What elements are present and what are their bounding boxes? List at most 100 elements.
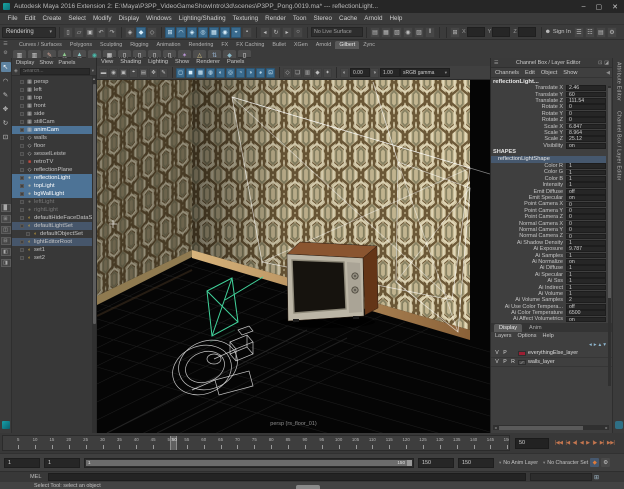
range-handle[interactable] (407, 460, 412, 466)
coord-y-field[interactable] (492, 27, 510, 37)
sidebar-channelbox-toggle-icon[interactable]: ☷ (585, 27, 595, 38)
vp-resolution-gate-icon[interactable]: ❏ (293, 68, 302, 78)
snap-magnet-icon[interactable]: ◒ (231, 27, 241, 38)
workspace-gear-icon[interactable] (615, 421, 623, 429)
panel-pin-icon[interactable]: ⊡ (598, 60, 602, 66)
shape-node-name[interactable]: reflectionLightShape (491, 156, 606, 163)
outliner-item-sesselleiste[interactable]: ◇sesselLeiste (12, 150, 96, 158)
step-back-key-button[interactable]: ◀| (572, 439, 578, 447)
outliner-item-animcam[interactable]: ▦animCam (12, 126, 96, 134)
sign-in-button[interactable]: ☻ Sign In (545, 29, 571, 35)
layer-menu-help[interactable]: Help (542, 333, 553, 339)
color-space-dropdown[interactable]: sRGB gamma ▾ (400, 68, 450, 77)
minimize-button[interactable]: – (582, 3, 586, 11)
visibility-toggle[interactable] (20, 240, 24, 244)
vp-2d-pan-zoom-icon[interactable]: ✥ (149, 68, 158, 78)
scrollbar-thumb[interactable] (608, 88, 611, 298)
vp-lights-icon[interactable]: ◍ (206, 68, 215, 78)
layer-playback-toggle[interactable]: P (502, 350, 508, 356)
outliner-item-leftlight[interactable]: ●leftLight (12, 198, 96, 206)
maximize-button[interactable]: ▢ (596, 3, 603, 11)
menu-item-edit[interactable]: Edit (21, 15, 39, 22)
shelf-tab-arnold[interactable]: Arnold (312, 41, 336, 49)
menu-item-create[interactable]: Create (39, 15, 65, 22)
menu-item-stereo[interactable]: Stereo (310, 15, 336, 22)
menu-item-render[interactable]: Render (262, 15, 290, 22)
visibility-toggle[interactable] (20, 112, 24, 116)
lasso-select-tool[interactable]: ◠ (1, 76, 11, 86)
collapse-arrow-icon[interactable]: ◀ (606, 70, 610, 76)
panel-menu-icon[interactable]: ☰ (494, 60, 498, 66)
playhead[interactable]: 50 (170, 436, 177, 450)
sidebar-outliner-toggle-icon[interactable]: ☰ (574, 27, 584, 38)
channel-value-field[interactable]: 25.12 (566, 136, 606, 142)
shelf-tab-rendering[interactable]: Rendering (184, 41, 217, 49)
vp-safe-action-icon[interactable]: ◆ (313, 68, 322, 78)
channel-value-field[interactable]: 9.787 (566, 246, 606, 252)
layout-persp-graph-button[interactable]: ⊟ (1, 237, 11, 245)
channel-menu-edit[interactable]: Edit (525, 70, 535, 76)
channel-value-field[interactable]: 1 (566, 253, 606, 259)
render-settings-icon[interactable]: ◉ (403, 27, 413, 38)
outliner-item-toplight[interactable]: ●topLight (12, 182, 96, 190)
shelf-menu-icon[interactable]: ☰ (3, 41, 7, 47)
snap-curve-icon[interactable]: ◠ (176, 27, 186, 38)
playback-start-field[interactable] (44, 458, 80, 468)
shelf-tab-sculpting[interactable]: Sculpting (96, 41, 126, 49)
shelf-tab-curves-surfaces[interactable]: Curves / Surfaces (15, 41, 66, 49)
channel-value-field[interactable]: 1 (566, 170, 606, 176)
new-scene-icon[interactable]: ▯ (63, 27, 73, 38)
play-forwards-button[interactable]: ▶ (585, 439, 590, 447)
viewport-scene[interactable]: persp (rs_floor_01) (97, 80, 490, 433)
output-connections-icon[interactable]: ▸ (282, 27, 292, 38)
range-fill[interactable] (86, 460, 412, 466)
make-live-icon[interactable]: ◉ (220, 27, 230, 38)
outliner-item-retrotv[interactable]: ■retroTV (12, 158, 96, 166)
animation-start-field[interactable] (4, 458, 40, 468)
vp-gate-mask-icon[interactable]: ▥ (303, 68, 312, 78)
shelf-tab-fx[interactable]: FX (217, 41, 232, 49)
visibility-toggle[interactable] (20, 88, 24, 92)
tv-model[interactable] (279, 242, 378, 328)
channel-value-field[interactable]: on (566, 259, 606, 265)
channel-menu-object[interactable]: Object (541, 70, 557, 76)
step-forward-key-button[interactable]: |▶ (592, 439, 598, 447)
layer-playback-toggle[interactable]: P (502, 359, 508, 365)
vp-grease-pencil-icon[interactable]: ✎ (159, 68, 168, 78)
channel-value-field[interactable]: 1 (566, 163, 606, 169)
layer-menu-layers[interactable]: Layers (495, 333, 512, 339)
scrollbar-thumb[interactable] (93, 84, 96, 324)
layer-row-everythingelse-layer[interactable]: VPeverythingElse_layer (491, 349, 612, 358)
render-current-frame-icon[interactable]: ▦ (381, 27, 391, 38)
paint-select-tool[interactable]: ✎ (1, 90, 11, 100)
live-surface-field[interactable]: No Live Surface (311, 27, 363, 37)
menu-item-modify[interactable]: Modify (89, 15, 115, 22)
scroll-left-icon[interactable]: ◂ (493, 425, 498, 430)
outliner-menu-panels[interactable]: Panels (58, 60, 75, 66)
channel-menu-show[interactable]: Show (563, 70, 577, 76)
visibility-toggle[interactable] (20, 224, 24, 228)
visibility-toggle[interactable] (20, 216, 24, 220)
snap-viewplane-icon[interactable]: ▦ (209, 27, 219, 38)
layer-menu-options[interactable]: Options (518, 333, 537, 339)
vp-image-plane-icon[interactable]: ▤ (139, 68, 148, 78)
shelf-tab-fx-caching[interactable]: FX Caching (232, 41, 268, 49)
menu-set-dropdown[interactable]: Rendering ▾ (2, 27, 56, 38)
outliner-item-floor[interactable]: ◇floor (12, 142, 96, 150)
visibility-toggle[interactable] (20, 152, 24, 156)
range-bar[interactable]: 1 150 (84, 458, 414, 468)
hypershade-icon[interactable]: ▨ (414, 27, 424, 38)
sidebar-attribute-toggle-icon[interactable]: ▤ (596, 27, 606, 38)
channel-value-field[interactable]: 0 (566, 214, 606, 220)
channel-value-field[interactable]: off (566, 189, 606, 195)
anim-layer-dropdown[interactable]: ▾ No Anim Layer (499, 460, 538, 466)
visibility-toggle[interactable] (20, 120, 24, 124)
menu-item-display[interactable]: Display (115, 15, 143, 22)
visibility-toggle[interactable] (26, 232, 30, 236)
layer-color-swatch[interactable] (518, 351, 526, 356)
outliner-item-defaulthidefacedataset[interactable]: ◐defaultHideFaceDataSet (12, 214, 96, 222)
scroll-right-icon[interactable]: ▸ (604, 425, 609, 430)
lock-selection-icon[interactable]: ▪ (242, 27, 252, 38)
script-editor-icon[interactable]: ⊞ (594, 474, 599, 481)
channel-value-field[interactable]: 2 (566, 297, 606, 303)
